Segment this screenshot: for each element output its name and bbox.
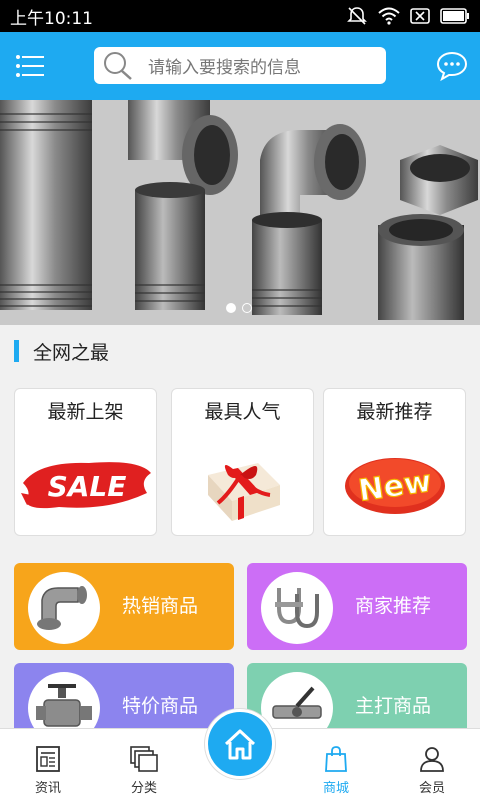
- news-icon: [36, 745, 60, 773]
- new-badge-icon: New: [324, 437, 465, 533]
- menu-button[interactable]: [0, 32, 60, 100]
- carousel-indicator: [226, 303, 252, 313]
- carousel-dot[interactable]: [226, 303, 236, 313]
- message-button[interactable]: [436, 50, 468, 82]
- shopping-bag-icon: [324, 745, 348, 773]
- tab-mall[interactable]: 商城: [288, 729, 384, 800]
- feature-cards: 最新上架 SALE 最具人气 最新推荐 New: [14, 388, 466, 536]
- tab-category[interactable]: 分类: [96, 729, 192, 800]
- tile-hot-products[interactable]: 热销商品: [14, 563, 234, 650]
- wifi-icon: [378, 7, 400, 25]
- mute-icon: [346, 6, 368, 26]
- u-bolt-icon: [261, 572, 333, 644]
- gift-box-icon: [172, 437, 313, 533]
- carousel-dot[interactable]: [242, 303, 252, 313]
- tab-member[interactable]: 会员: [384, 729, 480, 800]
- card-badge-text: SALE: [47, 470, 126, 503]
- home-icon: [224, 729, 256, 760]
- card-recommended[interactable]: 最新推荐 New: [323, 388, 466, 536]
- tab-label: 商城: [322, 781, 349, 796]
- banner-image: [0, 100, 480, 325]
- status-bar: 上午10:11: [0, 0, 480, 32]
- app-bar: 请输入要搜索的信息: [0, 32, 480, 100]
- tab-label: 会员: [418, 781, 445, 796]
- banner-carousel[interactable]: [0, 100, 480, 325]
- tab-label: 资讯: [34, 781, 61, 796]
- tile-label: 热销商品: [122, 595, 199, 617]
- chat-bubble-icon: [436, 51, 468, 82]
- card-label: 最具人气: [204, 401, 281, 423]
- sim-off-icon: [410, 8, 430, 24]
- user-icon: [419, 745, 445, 773]
- card-popular[interactable]: 最具人气: [171, 388, 314, 536]
- sale-badge-icon: SALE: [15, 437, 156, 533]
- battery-icon: [440, 8, 470, 24]
- search-placeholder: 请输入要搜索的信息: [148, 58, 301, 78]
- tile-label: 商家推荐: [355, 595, 432, 617]
- section-header: 全网之最: [0, 325, 480, 377]
- status-time: 上午10:11: [10, 8, 93, 29]
- section-accent-bar: [14, 340, 19, 362]
- category-icon: [130, 745, 158, 773]
- section-title: 全网之最: [33, 341, 110, 364]
- card-newest[interactable]: 最新上架 SALE: [14, 388, 157, 536]
- home-button[interactable]: [205, 709, 275, 779]
- card-label: 最新推荐: [356, 401, 433, 423]
- search-icon: [104, 51, 132, 80]
- tab-news[interactable]: 资讯: [0, 729, 96, 800]
- tab-label: 分类: [130, 781, 157, 796]
- card-label: 最新上架: [47, 401, 124, 423]
- pipe-elbow-icon: [28, 572, 100, 644]
- tile-merchant-recommend[interactable]: 商家推荐: [247, 563, 467, 650]
- search-input[interactable]: 请输入要搜索的信息: [94, 47, 386, 84]
- hamburger-menu-icon: [16, 55, 44, 77]
